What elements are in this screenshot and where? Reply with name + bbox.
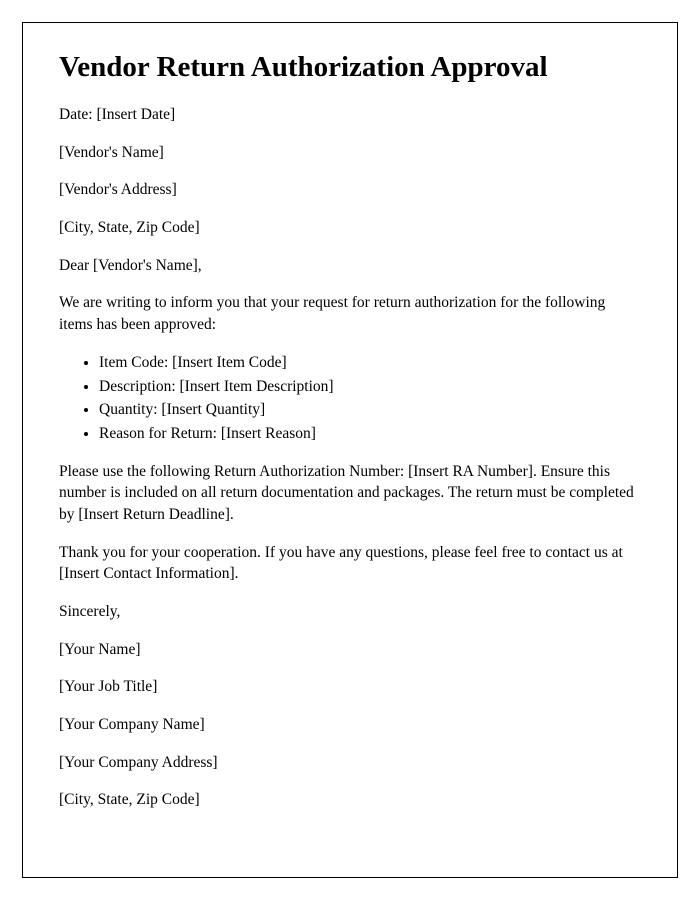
document-container: Vendor Return Authorization Approval Dat… [22, 22, 678, 878]
document-title: Vendor Return Authorization Approval [59, 51, 641, 84]
vendor-name: [Vendor's Name] [59, 142, 641, 164]
vendor-address: [Vendor's Address] [59, 179, 641, 201]
vendor-city-state-zip: [City, State, Zip Code] [59, 217, 641, 239]
sender-city-state-zip: [City, State, Zip Code] [59, 789, 641, 811]
thanks-paragraph: Thank you for your cooperation. If you h… [59, 542, 641, 585]
list-item: Reason for Return: [Insert Reason] [99, 423, 641, 445]
intro-paragraph: We are writing to inform you that your r… [59, 292, 641, 335]
sender-name: [Your Name] [59, 639, 641, 661]
ra-paragraph: Please use the following Return Authoriz… [59, 461, 641, 526]
item-list: Item Code: [Insert Item Code] Descriptio… [99, 352, 641, 445]
list-item: Description: [Insert Item Description] [99, 376, 641, 398]
list-item: Item Code: [Insert Item Code] [99, 352, 641, 374]
closing: Sincerely, [59, 601, 641, 623]
sender-company: [Your Company Name] [59, 714, 641, 736]
sender-title: [Your Job Title] [59, 676, 641, 698]
list-item: Quantity: [Insert Quantity] [99, 399, 641, 421]
sender-address: [Your Company Address] [59, 752, 641, 774]
date-line: Date: [Insert Date] [59, 104, 641, 126]
salutation: Dear [Vendor's Name], [59, 255, 641, 277]
